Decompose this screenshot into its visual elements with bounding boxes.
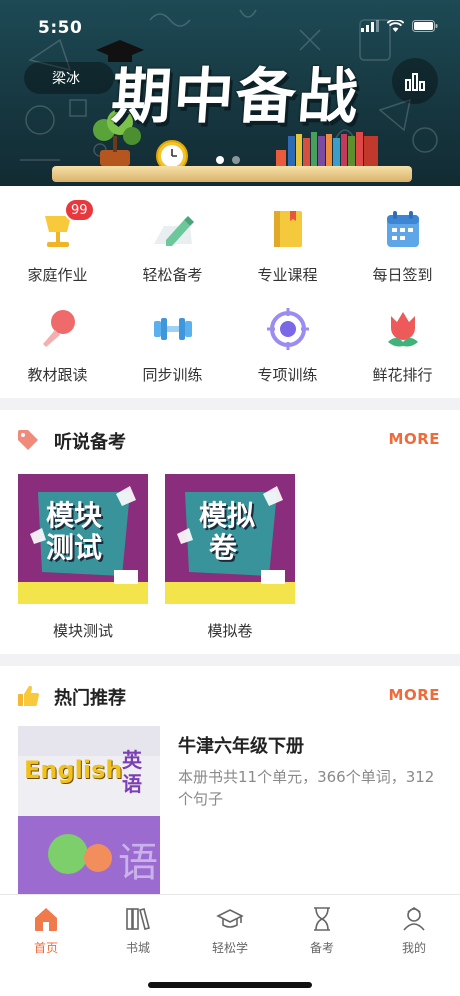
banner-shelf [52, 166, 412, 182]
menu-label: 家庭作业 [27, 266, 88, 284]
promo-banner[interactable]: 5:50 梁冰 期中备战 [0, 0, 460, 186]
home-icon [32, 905, 60, 933]
banner-title: 期中备战 [109, 62, 363, 132]
bottom-tab-bar: 首页 书城 轻松学 备考 我的 [0, 894, 460, 996]
menu-label: 专业课程 [257, 266, 318, 284]
tab-label: 备考 [309, 941, 334, 955]
pencil-icon [150, 206, 196, 252]
menu-label: 教材跟读 [27, 366, 88, 384]
tab-profile[interactable]: 我的 [368, 895, 460, 965]
menu-label: 轻松备考 [142, 266, 203, 284]
microphone-icon [35, 306, 81, 352]
bookshelf-icon [124, 905, 152, 933]
profile-icon [400, 905, 428, 933]
recommend-more-link[interactable]: MORE [389, 686, 440, 704]
graduation-cap-icon [216, 905, 244, 933]
book-icon [265, 206, 311, 252]
tab-exam-prep[interactable]: 备考 [276, 895, 368, 965]
calendar-icon [380, 206, 426, 252]
mock-exam-card[interactable]: 模拟 卷 模拟卷 [165, 474, 295, 641]
svg-text:语: 语 [118, 840, 158, 886]
menu-pro-course[interactable]: 专业课程 [230, 186, 345, 286]
tab-bookstore[interactable]: 书城 [92, 895, 184, 965]
target-icon [265, 306, 311, 352]
section-divider [0, 654, 460, 666]
lamp-icon: 99 [35, 198, 95, 252]
homework-badge: 99 [63, 198, 95, 222]
menu-homework[interactable]: 99 家庭作业 [0, 186, 115, 286]
book-title: 牛津六年级下册 [178, 736, 304, 757]
book-description: 本册书共11个单元，366个单词，312个句子 [178, 768, 435, 808]
menu-label: 专项训练 [257, 366, 318, 384]
home-indicator [148, 982, 312, 988]
dumbbell-icon [150, 306, 196, 352]
menu-label: 同步训练 [142, 366, 203, 384]
tag-icon [18, 430, 38, 450]
listening-more-link[interactable]: MORE [389, 430, 440, 448]
menu-easy-prep[interactable]: 轻松备考 [115, 186, 230, 286]
menu-textbook-read[interactable]: 教材跟读 [0, 286, 115, 386]
carousel-dot-1[interactable] [216, 156, 224, 164]
tab-label: 轻松学 [211, 941, 248, 955]
hourglass-icon [308, 905, 336, 933]
mock-exam-cover: 模拟 卷 [165, 474, 295, 604]
menu-daily-checkin[interactable]: 每日签到 [345, 186, 460, 286]
module-test-label: 模块测试 [52, 622, 113, 640]
flower-icon [380, 306, 426, 352]
module-test-card[interactable]: 模块 测试 模块测试 [18, 474, 148, 641]
carousel-dot-2[interactable] [232, 156, 240, 164]
module-test-cover: 模块 测试 [18, 474, 148, 604]
tab-label: 书城 [125, 941, 150, 955]
module-test-cover-text: 模块 测试 [46, 499, 103, 564]
tab-label: 我的 [401, 941, 426, 955]
tab-home[interactable]: 首页 [0, 895, 92, 965]
mock-exam-cover-text: 模拟 卷 [199, 499, 256, 564]
menu-label: 鲜花排行 [372, 366, 433, 384]
menu-sync-training[interactable]: 同步训练 [115, 286, 230, 386]
book-cover-chinese: 英 语 [122, 748, 142, 796]
listening-section-header: 听说备考 MORE [0, 412, 460, 468]
carousel-indicator [216, 156, 240, 164]
menu-special-training[interactable]: 专项训练 [230, 286, 345, 386]
menu-flower-ranking[interactable]: 鲜花排行 [345, 286, 460, 386]
recommend-section-header: 热门推荐 MORE [0, 668, 460, 724]
tab-label: 首页 [33, 941, 58, 955]
feature-grid: 99 家庭作业 轻松备考 专业课程 每日签到 教材跟读 同步训练 专项训练 鲜花… [0, 186, 460, 398]
tab-easy-learn[interactable]: 轻松学 [184, 895, 276, 965]
recommended-book[interactable]: 语 English 英 语 牛津六年级下册 本册书共11个单元，366个单词，3… [18, 726, 442, 894]
book-cover-english: English [24, 756, 123, 784]
section-divider [0, 398, 460, 410]
menu-label: 每日签到 [372, 266, 433, 284]
section-title: 听说备考 [54, 432, 126, 453]
mock-exam-label: 模拟卷 [207, 622, 253, 640]
section-title: 热门推荐 [54, 688, 126, 709]
thumbs-up-icon [18, 685, 39, 706]
book-cover: 语 English 英 语 [18, 726, 160, 894]
